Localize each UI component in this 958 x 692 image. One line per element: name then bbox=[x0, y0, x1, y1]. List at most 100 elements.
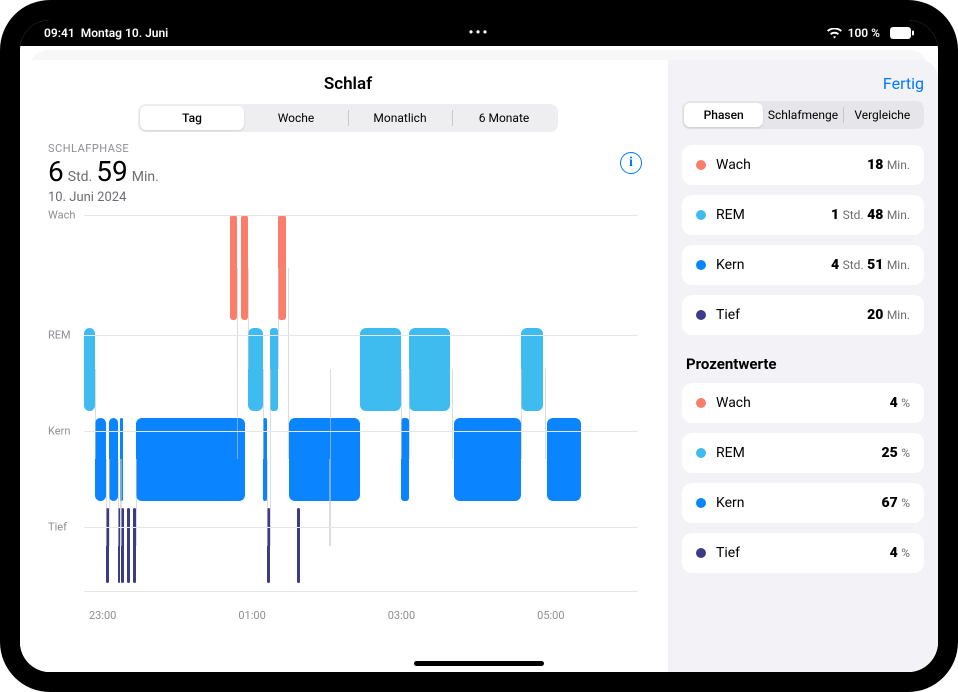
home-indicator[interactable] bbox=[414, 661, 544, 666]
summary-hours-unit: Std. bbox=[68, 169, 92, 185]
status-date: Montag 10. Juni bbox=[81, 26, 169, 40]
transition-line bbox=[545, 369, 546, 459]
gridline bbox=[84, 431, 638, 432]
transition-line bbox=[401, 369, 402, 459]
phase-percent: 4 % bbox=[890, 545, 910, 561]
y-label-wach: Wach bbox=[48, 209, 75, 222]
transition-line bbox=[409, 369, 410, 459]
phase-name: REM bbox=[716, 207, 831, 223]
phase-duration: 20 Min. bbox=[867, 307, 910, 323]
x-tick: 01:00 bbox=[238, 609, 265, 622]
gridline bbox=[84, 215, 638, 216]
phase-row-kern[interactable]: Kern 4 Std. 51 Min. bbox=[682, 245, 924, 285]
battery-percent: 100 % bbox=[848, 26, 880, 40]
side-tab-schlafmenge[interactable]: Schlafmenge bbox=[763, 103, 842, 127]
sleep-segment-wach bbox=[278, 215, 285, 320]
phase-percent: 25 % bbox=[881, 445, 910, 461]
phase-name: Wach bbox=[716, 395, 890, 411]
gridline bbox=[84, 527, 638, 528]
phase-name: Wach bbox=[716, 157, 867, 173]
transition-line bbox=[118, 459, 119, 545]
y-label-rem: REM bbox=[48, 329, 71, 342]
sleep-segment-wach bbox=[230, 215, 237, 320]
transition-line bbox=[330, 369, 331, 546]
side-panel: Fertig PhasenSchlafmengeVergleiche Wach … bbox=[668, 60, 938, 672]
y-label-tief: Tief bbox=[48, 521, 67, 534]
percent-row-kern[interactable]: Kern 67 % bbox=[682, 483, 924, 523]
phase-dot-icon bbox=[696, 498, 706, 508]
transition-line bbox=[267, 459, 268, 545]
sleep-phase-chart[interactable]: WachREMKernTief23:0001:0003:0005:00 bbox=[48, 215, 648, 615]
battery-icon bbox=[886, 27, 914, 39]
range-tab-tag[interactable]: Tag bbox=[140, 106, 244, 130]
phase-percent: 67 % bbox=[881, 495, 910, 511]
phase-row-wach[interactable]: Wach 18 Min. bbox=[682, 145, 924, 185]
summary-label: SCHLAFPHASE bbox=[48, 142, 648, 155]
summary-hours: 6 bbox=[48, 155, 64, 188]
range-tab-woche[interactable]: Woche bbox=[244, 106, 348, 130]
sleep-segment-rem bbox=[248, 328, 263, 411]
x-tick: 03:00 bbox=[388, 609, 415, 622]
phase-duration: 18 Min. bbox=[867, 157, 910, 173]
sleep-segment-tief bbox=[297, 508, 300, 583]
phase-dot-icon bbox=[696, 160, 706, 170]
summary-date: 10. Juni 2024 bbox=[48, 190, 648, 205]
side-segmented-control: PhasenSchlafmengeVergleiche bbox=[682, 101, 924, 129]
durations-list: Wach 18 Min. REM 1 Std. 48 Min. Kern 4 S… bbox=[682, 145, 924, 345]
transition-line bbox=[121, 459, 122, 545]
transition-line bbox=[248, 268, 249, 370]
status-bar: 09:41 Montag 10. Juni ••• 100 % bbox=[20, 20, 938, 46]
percent-header: Prozentwerte bbox=[686, 355, 924, 373]
phase-dot-icon bbox=[696, 448, 706, 458]
percent-row-tief[interactable]: Tief 4 % bbox=[682, 533, 924, 573]
phase-name: REM bbox=[716, 445, 881, 461]
phase-dot-icon bbox=[696, 398, 706, 408]
multitask-dots-icon[interactable]: ••• bbox=[469, 25, 490, 41]
transition-line bbox=[95, 369, 96, 459]
transition-line bbox=[263, 369, 264, 459]
sleep-segment-rem bbox=[84, 328, 95, 411]
phase-percent: 4 % bbox=[890, 395, 910, 411]
percent-list: Wach 4 % REM 25 % Kern 67 % Tief 4 % bbox=[682, 383, 924, 583]
wifi-icon bbox=[827, 28, 842, 39]
sleep-segment-rem bbox=[409, 328, 450, 411]
phase-row-tief[interactable]: Tief 20 Min. bbox=[682, 295, 924, 335]
phase-name: Kern bbox=[716, 495, 881, 511]
range-segmented-control: TagWocheMonatlich6 Monate bbox=[138, 104, 558, 132]
summary-minutes: 59 bbox=[96, 155, 127, 188]
side-tab-vergleiche[interactable]: Vergleiche bbox=[843, 103, 922, 127]
range-tab-monatlich[interactable]: Monatlich bbox=[348, 106, 452, 130]
phase-name: Kern bbox=[716, 257, 831, 273]
phase-duration: 4 Std. 51 Min. bbox=[831, 257, 910, 273]
gridline bbox=[84, 335, 638, 336]
transition-line bbox=[109, 459, 110, 545]
percent-row-rem[interactable]: REM 25 % bbox=[682, 433, 924, 473]
x-tick: 23:00 bbox=[89, 609, 116, 622]
side-tab-phasen[interactable]: Phasen bbox=[684, 103, 763, 127]
summary-block: SCHLAFPHASE 6 Std. 59 Min. 10. Juni 2024 bbox=[48, 142, 648, 205]
done-button[interactable]: Fertig bbox=[682, 74, 924, 93]
phase-dot-icon bbox=[696, 210, 706, 220]
phase-dot-icon bbox=[696, 548, 706, 558]
sleep-segment-rem bbox=[270, 328, 278, 411]
x-tick: 05:00 bbox=[537, 609, 564, 622]
main-panel: Schlaf TagWocheMonatlich6 Monate SCHLAFP… bbox=[20, 60, 668, 672]
transition-line bbox=[521, 369, 522, 459]
phase-dot-icon bbox=[696, 260, 706, 270]
transition-line bbox=[136, 459, 137, 545]
phase-name: Tief bbox=[716, 307, 867, 323]
range-tab-6 monate[interactable]: 6 Monate bbox=[452, 106, 556, 130]
sleep-segment-rem bbox=[521, 328, 543, 411]
percent-row-wach[interactable]: Wach 4 % bbox=[682, 383, 924, 423]
page-title: Schlaf bbox=[48, 74, 648, 94]
sleep-segment-wach bbox=[241, 215, 248, 320]
info-button[interactable]: i bbox=[620, 152, 642, 174]
y-label-kern: Kern bbox=[48, 425, 70, 438]
transition-line bbox=[106, 459, 107, 545]
phase-name: Tief bbox=[716, 545, 890, 561]
transition-line bbox=[270, 369, 271, 546]
phase-dot-icon bbox=[696, 310, 706, 320]
transition-line bbox=[452, 369, 453, 459]
phase-row-rem[interactable]: REM 1 Std. 48 Min. bbox=[682, 195, 924, 235]
summary-minutes-unit: Min. bbox=[132, 169, 159, 185]
